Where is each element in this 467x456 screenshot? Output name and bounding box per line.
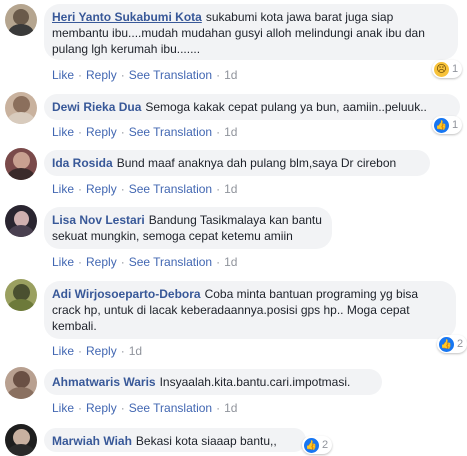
sad-icon: ☹ bbox=[434, 61, 449, 77]
reaction-count[interactable]: 👍 2 bbox=[437, 335, 467, 353]
see-translation-link[interactable]: See Translation bbox=[129, 182, 212, 196]
comment-actions: Like · Reply · See Translation · 1d bbox=[52, 401, 237, 415]
reaction-number: 1 bbox=[452, 63, 459, 75]
like-icon: 👍 bbox=[304, 437, 319, 453]
separator: · bbox=[120, 401, 125, 415]
separator: · bbox=[78, 68, 83, 82]
avatar[interactable] bbox=[5, 205, 37, 237]
comment-time[interactable]: 1d bbox=[129, 344, 142, 358]
comment-text: Insyaalah.kita.bantu.cari.impotmasi. bbox=[159, 375, 351, 389]
like-button[interactable]: Like bbox=[52, 182, 74, 196]
comment-time[interactable]: 1d bbox=[224, 182, 237, 196]
comment-bubble: Heri Yanto Sukabumi Kota sukabumi kota ja… bbox=[44, 4, 458, 60]
comment-author[interactable]: Heri Yanto Sukabumi Kota bbox=[52, 10, 202, 24]
comment-author[interactable]: Adi Wirjosoeparto-Debora bbox=[52, 287, 201, 301]
separator: · bbox=[120, 344, 125, 358]
separator: · bbox=[120, 182, 125, 196]
comment-bubble: Ida Rosida Bund maaf anaknya dah pulang b… bbox=[44, 150, 430, 176]
comment-author[interactable]: Ida Rosida bbox=[52, 156, 113, 170]
separator: · bbox=[120, 255, 125, 269]
avatar[interactable] bbox=[5, 92, 37, 124]
comment-actions: Like · Reply · See Translation · 1d bbox=[52, 182, 237, 196]
reaction-number: 2 bbox=[457, 338, 464, 350]
comment-time[interactable]: 1d bbox=[224, 125, 237, 139]
like-button[interactable]: Like bbox=[52, 344, 74, 358]
comment-bubble: Adi Wirjosoeparto-Debora Coba minta bantu… bbox=[44, 281, 456, 339]
comment-bubble: Lisa Nov Lestari Bandung Tasikmalaya kan … bbox=[44, 207, 332, 249]
reply-button[interactable]: Reply bbox=[86, 344, 117, 358]
comment-time[interactable]: 1d bbox=[224, 255, 237, 269]
reply-button[interactable]: Reply bbox=[86, 255, 117, 269]
separator: · bbox=[216, 125, 221, 139]
comment-text: Bund maaf anaknya dah pulang blm,saya Dr… bbox=[116, 156, 397, 170]
like-button[interactable]: Like bbox=[52, 68, 74, 82]
see-translation-link[interactable]: See Translation bbox=[129, 255, 212, 269]
separator: · bbox=[78, 255, 83, 269]
like-button[interactable]: Like bbox=[52, 125, 74, 139]
like-icon: 👍 bbox=[434, 117, 449, 133]
comment-author[interactable]: Marwiah Wiah bbox=[52, 434, 132, 448]
comment-author[interactable]: Lisa Nov Lestari bbox=[52, 213, 145, 227]
see-translation-link[interactable]: See Translation bbox=[129, 125, 212, 139]
separator: · bbox=[78, 344, 83, 358]
comment-text: Semoga kakak cepat pulang ya bun, aamiin… bbox=[145, 100, 427, 114]
comment-time[interactable]: 1d bbox=[224, 401, 237, 415]
separator: · bbox=[216, 182, 221, 196]
reaction-count[interactable]: 👍 1 bbox=[432, 116, 463, 134]
comment-actions: Like · Reply · See Translation · 1d bbox=[52, 125, 237, 139]
comment-time[interactable]: 1d bbox=[224, 68, 237, 82]
comment-author[interactable]: Ahmatwaris Waris bbox=[52, 375, 156, 389]
like-icon: 👍 bbox=[439, 336, 454, 352]
reaction-count[interactable]: ☹ 1 bbox=[432, 60, 463, 78]
see-translation-link[interactable]: See Translation bbox=[129, 68, 212, 82]
comment-text: Bekasi kota siaaap bantu,, bbox=[135, 434, 277, 448]
avatar[interactable] bbox=[5, 4, 37, 36]
comment-actions: Like · Reply · See Translation · 1d bbox=[52, 255, 237, 269]
reply-button[interactable]: Reply bbox=[86, 401, 117, 415]
separator: · bbox=[120, 125, 125, 139]
separator: · bbox=[216, 68, 221, 82]
comment-actions: Like · Reply · See Translation · 1d bbox=[52, 68, 237, 82]
separator: · bbox=[120, 68, 125, 82]
like-button[interactable]: Like bbox=[52, 401, 74, 415]
avatar[interactable] bbox=[5, 279, 37, 311]
comment-actions: Like · Reply · 1d bbox=[52, 344, 142, 358]
avatar[interactable] bbox=[5, 367, 37, 399]
reaction-number: 1 bbox=[452, 119, 459, 131]
avatar[interactable] bbox=[5, 148, 37, 180]
reply-button[interactable]: Reply bbox=[86, 68, 117, 82]
comment-bubble: Marwiah Wiah Bekasi kota siaaap bantu,, bbox=[44, 428, 306, 452]
separator: · bbox=[78, 401, 83, 415]
see-translation-link[interactable]: See Translation bbox=[129, 401, 212, 415]
reaction-count[interactable]: 👍 2 bbox=[302, 436, 333, 454]
avatar[interactable] bbox=[5, 424, 37, 456]
reply-button[interactable]: Reply bbox=[86, 182, 117, 196]
comment-bubble: Dewi Rieka Dua Semoga kakak cepat pulang … bbox=[44, 94, 460, 120]
comment-author[interactable]: Dewi Rieka Dua bbox=[52, 100, 141, 114]
separator: · bbox=[216, 401, 221, 415]
reply-button[interactable]: Reply bbox=[86, 125, 117, 139]
separator: · bbox=[78, 182, 83, 196]
like-button[interactable]: Like bbox=[52, 255, 74, 269]
separator: · bbox=[216, 255, 221, 269]
comment-bubble: Ahmatwaris Waris Insyaalah.kita.bantu.car… bbox=[44, 369, 382, 395]
reaction-number: 2 bbox=[322, 439, 329, 451]
separator: · bbox=[78, 125, 83, 139]
